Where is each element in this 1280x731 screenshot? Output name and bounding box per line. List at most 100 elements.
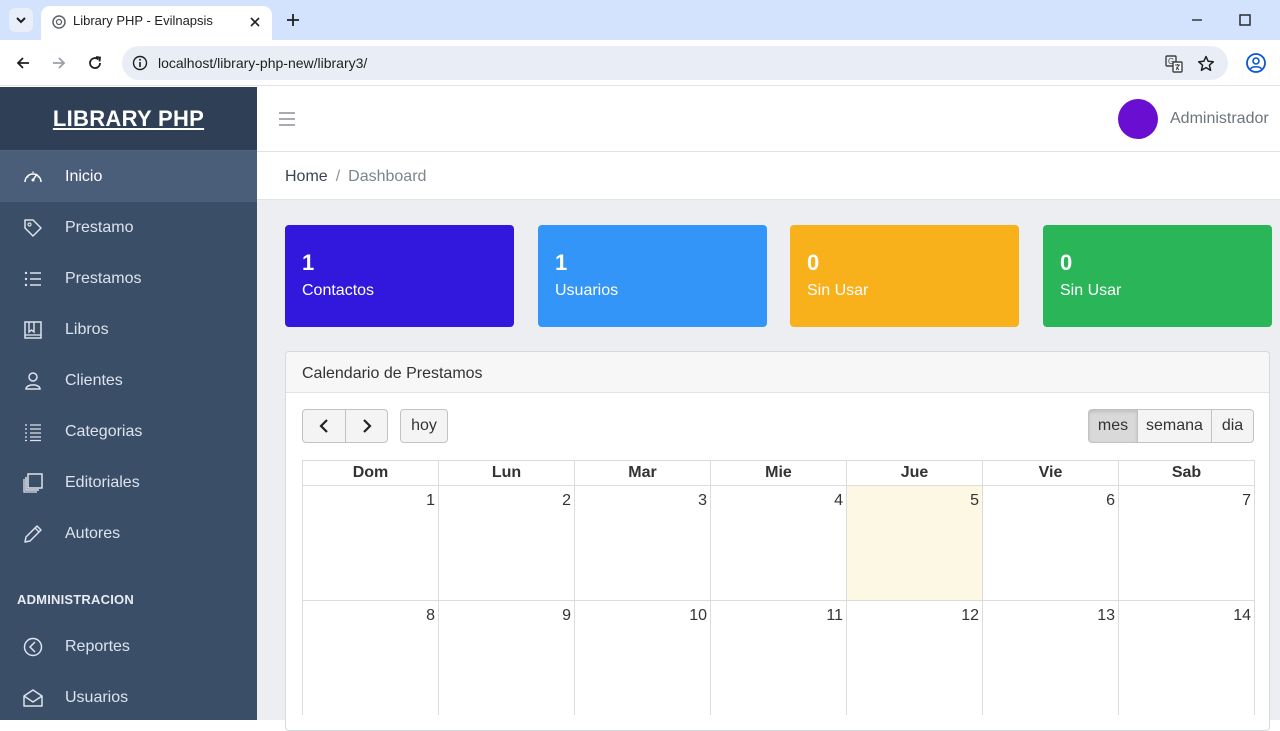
browser-tab[interactable]: Library PHP - Evilnapsis <box>41 6 272 40</box>
brand-logo-text[interactable]: LIBRARY PHP <box>53 106 204 132</box>
calendar-day-cell[interactable]: 3 <box>575 486 711 600</box>
plus-icon <box>287 14 299 26</box>
sidebar-item-reportes[interactable]: Reportes <box>0 621 257 672</box>
tab-search-button[interactable] <box>9 8 33 32</box>
maximize-window-button[interactable] <box>1235 10 1255 30</box>
chevron-left-icon <box>319 419 328 433</box>
calendar-view-day-button[interactable]: dia <box>1211 409 1254 443</box>
sidebar-item-prestamo[interactable]: Prestamo <box>0 202 257 253</box>
close-tab-button[interactable] <box>246 13 264 31</box>
user-avatar[interactable] <box>1118 99 1158 139</box>
calendar-today-button[interactable]: hoy <box>400 409 448 443</box>
day-number: 8 <box>426 607 435 624</box>
sidebar-item-categorias[interactable]: Categorias <box>0 406 257 457</box>
arrow-left-icon <box>16 57 29 69</box>
calendar-next-button[interactable] <box>345 409 388 443</box>
site-info-icon <box>132 55 148 71</box>
calendar-day-cell[interactable]: 12 <box>847 601 983 715</box>
sidebar: LIBRARY PHP Inicio Prestamo Prestamos Li… <box>0 87 257 720</box>
day-number: 7 <box>1242 492 1251 509</box>
translate-icon[interactable]: G <box>1164 54 1184 74</box>
stat-value: 0 <box>1060 250 1073 275</box>
calendar-week-row: 1 2 3 4 5 6 7 <box>302 485 1255 600</box>
sidebar-item-label: Editoriales <box>65 474 140 491</box>
sidebar-item-label: Prestamos <box>65 270 142 287</box>
bookmark-star-icon[interactable] <box>1196 54 1216 74</box>
reload-button[interactable] <box>84 52 106 74</box>
browser-tab-strip: Library PHP - Evilnapsis <box>0 0 1280 40</box>
arrow-right-icon <box>53 57 66 69</box>
stat-label: Sin Usar <box>1060 282 1122 299</box>
envelope-open-icon <box>23 689 43 707</box>
minimize-window-button[interactable] <box>1187 10 1207 30</box>
day-number: 4 <box>834 492 843 509</box>
new-tab-button[interactable] <box>283 10 303 30</box>
stat-value: 1 <box>555 250 568 275</box>
chevron-down-icon <box>16 17 26 24</box>
stat-card-sin-usar[interactable]: 0 Sin Usar <box>790 225 1019 327</box>
weekday-label: Jue <box>847 461 983 485</box>
stat-label: Sin Usar <box>807 282 869 299</box>
chart-clock-icon <box>23 637 43 657</box>
stat-value: 1 <box>302 250 315 275</box>
calendar-day-cell[interactable]: 8 <box>303 601 439 715</box>
sidebar-item-libros[interactable]: Libros <box>0 304 257 355</box>
sidebar-item-prestamos[interactable]: Prestamos <box>0 253 257 304</box>
day-number: 1 <box>426 492 435 509</box>
sidebar-item-label: Prestamo <box>65 219 134 236</box>
address-bar[interactable]: localhost/library-php-new/library3/ G <box>122 46 1228 80</box>
weekday-label: Dom <box>303 461 439 485</box>
stat-card-usuarios[interactable]: 1 Usuarios <box>538 225 767 327</box>
day-number: 6 <box>1106 492 1115 509</box>
weekday-label: Mie <box>711 461 847 485</box>
calendar-prev-button[interactable] <box>302 409 346 443</box>
calendar-day-cell[interactable]: 6 <box>983 486 1119 600</box>
person-icon <box>25 372 41 390</box>
sidebar-section-title: ADMINISTRACION <box>17 592 134 607</box>
globe-icon <box>52 15 66 29</box>
breadcrumb-separator: / <box>335 168 341 185</box>
calendar-week-row: 8 9 10 11 12 13 14 <box>302 600 1255 715</box>
sidebar-item-usuarios[interactable]: Usuarios <box>0 672 257 723</box>
close-icon <box>250 17 260 27</box>
brand[interactable]: LIBRARY PHP <box>0 87 257 151</box>
calendar-day-cell[interactable]: 7 <box>1119 486 1254 600</box>
stat-card-contactos[interactable]: 1 Contactos <box>285 225 514 327</box>
forward-button[interactable] <box>48 52 70 74</box>
calendar-view-month-button[interactable]: mes <box>1088 409 1138 443</box>
calendar-day-cell[interactable]: 13 <box>983 601 1119 715</box>
pencil-icon <box>24 525 42 543</box>
sidebar-item-label: Clientes <box>65 372 123 389</box>
stat-label: Usuarios <box>555 282 619 299</box>
user-name[interactable]: Administrador <box>1170 109 1269 129</box>
breadcrumb-home-link[interactable]: Home <box>285 168 328 185</box>
day-number: 5 <box>970 492 979 509</box>
profile-icon[interactable] <box>1245 52 1267 74</box>
weekday-label: Sab <box>1171 464 1202 481</box>
list-details-icon <box>25 424 41 442</box>
calendar-day-cell[interactable]: 11 <box>711 601 847 715</box>
calendar-day-cell[interactable]: 2 <box>439 486 575 600</box>
sidebar-item-inicio[interactable]: Inicio <box>0 151 257 202</box>
calendar-day-cell-today[interactable]: 5 <box>847 486 983 600</box>
sidebar-toggle-button[interactable] <box>277 108 297 130</box>
minimize-icon <box>1192 19 1202 21</box>
url-text: localhost/library-php-new/library3/ <box>158 55 368 71</box>
collection-icon <box>23 473 43 493</box>
back-button[interactable] <box>12 52 34 74</box>
calendar-day-cell[interactable]: 4 <box>711 486 847 600</box>
calendar-view-week-button[interactable]: semana <box>1137 409 1212 443</box>
calendar-panel-header: Calendario de Prestamos <box>286 352 1269 393</box>
calendar-day-cell[interactable]: 1 <box>303 486 439 600</box>
stat-card-sin-usar-2[interactable]: 0 Sin Usar <box>1043 225 1272 327</box>
sidebar-item-autores[interactable]: Autores <box>0 508 257 559</box>
calendar-day-cell[interactable]: 10 <box>575 601 711 715</box>
sidebar-item-clientes[interactable]: Clientes <box>0 355 257 406</box>
list-icon <box>24 271 41 287</box>
stat-label: Contactos <box>302 282 375 299</box>
sidebar-item-editoriales[interactable]: Editoriales <box>0 457 257 508</box>
day-number: 2 <box>562 492 571 509</box>
calendar-day-cell[interactable]: 9 <box>439 601 575 715</box>
sidebar-item-label: Reportes <box>65 638 130 655</box>
calendar-day-cell[interactable]: 14 <box>1119 601 1254 715</box>
